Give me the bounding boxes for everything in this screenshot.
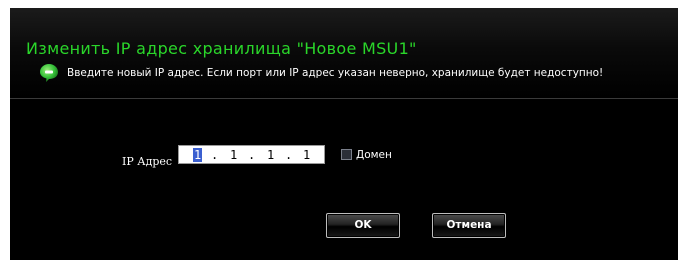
ip-address-input[interactable]: 1 . 1 . 1 . 1 (178, 145, 325, 164)
ip-octet-4[interactable]: 1 (303, 148, 310, 162)
header-divider (10, 98, 678, 99)
dialog-title: Изменить IP адрес хранилища "Новое MSU1" (26, 39, 417, 58)
domain-checkbox-label[interactable]: Домен (356, 149, 392, 161)
ip-octet-1[interactable]: 1 (193, 148, 203, 162)
cancel-button[interactable]: Отмена (432, 213, 506, 238)
info-bubble-icon (39, 63, 59, 83)
domain-checkbox[interactable] (341, 149, 352, 160)
ip-separator: . (211, 148, 219, 162)
ip-separator: . (285, 148, 293, 162)
ip-address-label: IP Адрес (122, 155, 173, 168)
ip-octet-3[interactable]: 1 (267, 148, 274, 162)
ok-button[interactable]: OK (326, 213, 400, 238)
ip-octet-2[interactable]: 1 (230, 148, 237, 162)
dialog-hint: Введите новый IP адрес. Если порт или IP… (67, 67, 604, 79)
change-ip-dialog: Изменить IP адрес хранилища "Новое MSU1"… (10, 8, 678, 260)
ip-separator: . (248, 148, 256, 162)
